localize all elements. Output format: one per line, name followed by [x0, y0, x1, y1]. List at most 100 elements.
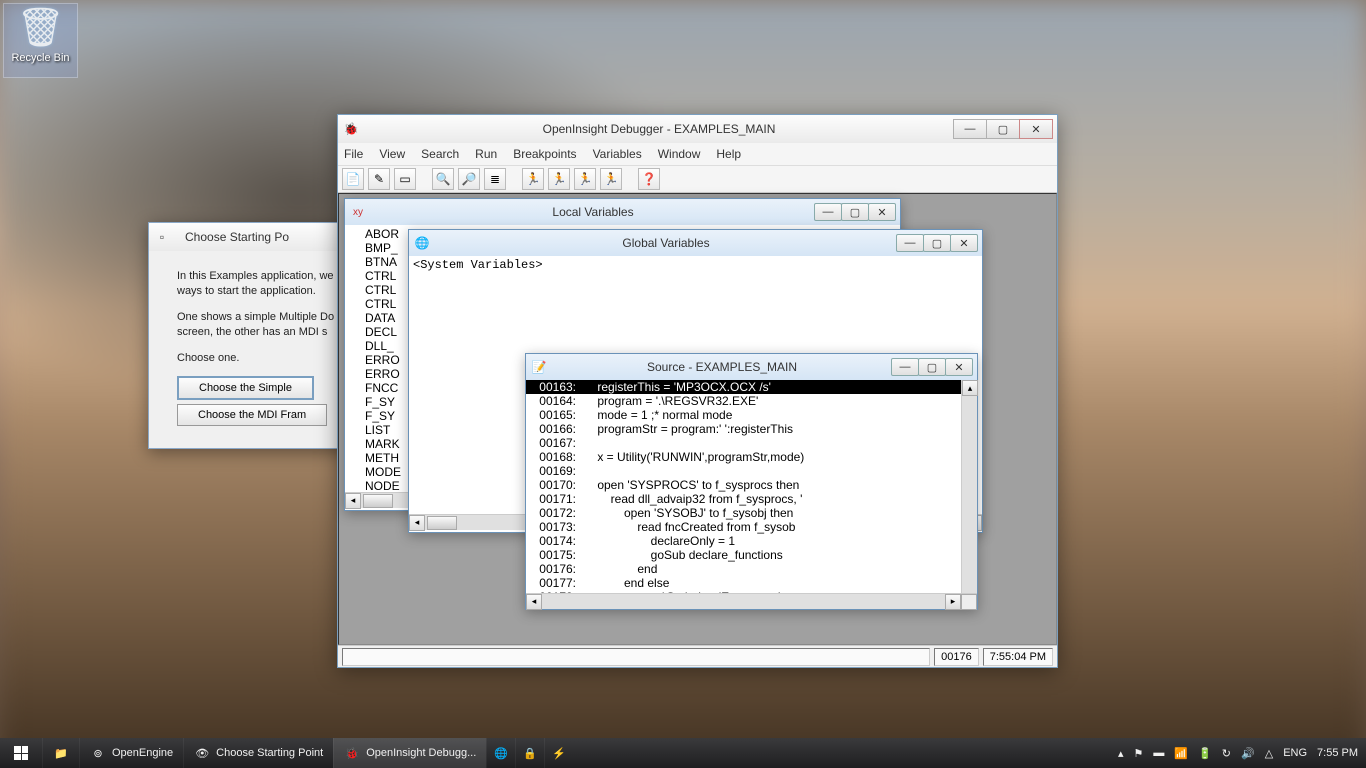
source-code[interactable]: 00163: registerThis = 'MP3OCX.OCX /s'001…: [526, 380, 961, 593]
hscrollbar[interactable]: ◂ ▸: [526, 593, 977, 609]
taskbar: 📁 ⊚ OpenEngine 👁 Choose Starting Point 🐞…: [0, 738, 1366, 768]
debugger-title: OpenInsight Debugger - EXAMPLES_MAIN: [364, 122, 954, 136]
local-vars-titlebar[interactable]: xy Local Variables — ▢ ✕: [345, 199, 900, 225]
tray-volume-icon[interactable]: 🔊: [1241, 747, 1255, 760]
choose-mdi-button[interactable]: Choose the MDI Fram: [177, 404, 327, 426]
menu-window[interactable]: Window: [658, 147, 701, 161]
scroll-thumb[interactable]: [363, 494, 393, 508]
source-line[interactable]: 00173: read fncCreated from f_sysob: [526, 520, 961, 534]
source-line[interactable]: 00168: x = Utility('RUNWIN',programStr,m…: [526, 450, 961, 464]
close-button[interactable]: ✕: [868, 203, 896, 221]
source-line[interactable]: 00163: registerThis = 'MP3OCX.OCX /s': [526, 380, 961, 394]
scroll-up-icon[interactable]: ▴: [962, 380, 978, 396]
status-line-number: 00176: [934, 648, 979, 666]
menu-variables[interactable]: Variables: [593, 147, 642, 161]
source-line[interactable]: 00164: program = '.\REGSVR32.EXE': [526, 394, 961, 408]
source-line[interactable]: 00166: programStr = program:' ':register…: [526, 422, 961, 436]
maximize-button[interactable]: ▢: [923, 234, 951, 252]
tray-clock[interactable]: 7:55 PM: [1317, 747, 1358, 759]
minimize-button[interactable]: —: [896, 234, 924, 252]
maximize-button[interactable]: ▢: [918, 358, 946, 376]
tool-run-icon[interactable]: 🏃: [522, 168, 544, 190]
source-line[interactable]: 00167:: [526, 436, 961, 450]
recycle-bin-label: Recycle Bin: [4, 52, 77, 64]
tool-edit-icon[interactable]: ✎: [368, 168, 390, 190]
source-line[interactable]: 00171: read dll_advaip32 from f_sysprocs…: [526, 492, 961, 506]
tray-battery-icon[interactable]: 🔋: [1198, 747, 1212, 760]
source-window: 📝 Source - EXAMPLES_MAIN — ▢ ✕ 00163: re…: [525, 353, 978, 610]
global-vars-title: Global Variables: [435, 236, 897, 250]
debugger-titlebar[interactable]: 🐞 OpenInsight Debugger - EXAMPLES_MAIN —…: [338, 115, 1057, 143]
menu-file[interactable]: File: [344, 147, 363, 161]
tool-search-next-icon[interactable]: 🔎: [458, 168, 480, 190]
taskbar-label: Choose Starting Point: [216, 747, 323, 759]
menu-view[interactable]: View: [379, 147, 405, 161]
source-line[interactable]: 00176: end: [526, 562, 961, 576]
tray-flag-icon[interactable]: ⚑: [1134, 747, 1144, 760]
maximize-button[interactable]: ▢: [986, 119, 1020, 139]
source-line[interactable]: 00175: goSub declare_functions: [526, 548, 961, 562]
tray-network-icon[interactable]: ▬: [1153, 747, 1164, 759]
source-line[interactable]: 00177: end else: [526, 576, 961, 590]
tool-new-icon[interactable]: 📄: [342, 168, 364, 190]
tool-step-icon[interactable]: 🏃: [548, 168, 570, 190]
debugger-app-icon: 🐞: [342, 120, 360, 138]
scroll-left-icon[interactable]: ◂: [526, 594, 542, 610]
tool-search-icon[interactable]: 🔍: [432, 168, 454, 190]
choose-simple-button[interactable]: Choose the Simple: [177, 376, 314, 400]
status-message: [342, 648, 930, 666]
tray-chevron-icon[interactable]: ▴: [1118, 747, 1124, 760]
scroll-thumb[interactable]: [427, 516, 457, 530]
toolbar: 📄 ✎ ▭ 🔍 🔎 ≣ 🏃 🏃 🏃 🏃 ❓: [338, 165, 1057, 193]
minimize-button[interactable]: —: [814, 203, 842, 221]
global-vars-titlebar[interactable]: 🌐 Global Variables — ▢ ✕: [409, 230, 982, 256]
source-line[interactable]: 00174: declareOnly = 1: [526, 534, 961, 548]
taskbar-label: OpenInsight Debugg...: [366, 747, 476, 759]
global-vars-icon: 🌐: [413, 234, 431, 252]
menu-run[interactable]: Run: [475, 147, 497, 161]
source-titlebar[interactable]: 📝 Source - EXAMPLES_MAIN — ▢ ✕: [526, 354, 977, 380]
taskbar-chrome-icon[interactable]: 🌐: [486, 738, 515, 768]
tool-stop-icon[interactable]: 🏃: [600, 168, 622, 190]
taskbar-app-icon[interactable]: ⚡: [544, 738, 573, 768]
scroll-right-icon[interactable]: ▸: [945, 594, 961, 610]
source-line[interactable]: 00178: msg(@window,'Error creating: [526, 590, 961, 593]
vscrollbar[interactable]: ▴: [961, 380, 977, 593]
minimize-button[interactable]: —: [953, 119, 987, 139]
menu-search[interactable]: Search: [421, 147, 459, 161]
source-line[interactable]: 00172: open 'SYSOBJ' to f_sysobj then: [526, 506, 961, 520]
taskbar-label: OpenEngine: [112, 747, 173, 759]
tray-wifi-icon[interactable]: 📶: [1174, 747, 1188, 760]
tool-step-into-icon[interactable]: 🏃: [574, 168, 596, 190]
close-button[interactable]: ✕: [945, 358, 973, 376]
taskbar-item-choose-starting[interactable]: 👁 Choose Starting Point: [183, 738, 333, 768]
system-tray: ▴ ⚑ ▬ 📶 🔋 ↻ 🔊 △ ENG 7:55 PM: [1110, 747, 1366, 760]
tool-help-icon[interactable]: ❓: [638, 168, 660, 190]
menu-help[interactable]: Help: [716, 147, 741, 161]
close-button[interactable]: ✕: [1019, 119, 1053, 139]
taskbar-item-debugger[interactable]: 🐞 OpenInsight Debugg...: [333, 738, 486, 768]
start-button[interactable]: [0, 738, 42, 768]
source-line[interactable]: 00165: mode = 1 ;* normal mode: [526, 408, 961, 422]
scroll-corner: [961, 594, 977, 610]
source-line[interactable]: 00169:: [526, 464, 961, 478]
tray-drive-icon[interactable]: △: [1265, 747, 1273, 760]
close-button[interactable]: ✕: [950, 234, 978, 252]
scroll-left-icon[interactable]: ◂: [409, 515, 425, 531]
taskbar-item-openengine[interactable]: ⊚ OpenEngine: [79, 738, 183, 768]
menu-breakpoints[interactable]: Breakpoints: [513, 147, 576, 161]
tool-list-icon[interactable]: ≣: [484, 168, 506, 190]
taskbar-explorer-icon[interactable]: 📁: [42, 738, 79, 768]
tool-window-icon[interactable]: ▭: [394, 168, 416, 190]
recycle-bin[interactable]: 🗑 Recycle Bin: [3, 3, 78, 78]
tray-sync-icon[interactable]: ↻: [1222, 747, 1231, 760]
tray-language[interactable]: ENG: [1283, 747, 1307, 759]
statusbar: 00176 7:55:04 PM: [338, 645, 1057, 667]
taskbar-lock-icon[interactable]: 🔒: [515, 738, 544, 768]
source-title: Source - EXAMPLES_MAIN: [552, 360, 892, 374]
source-line[interactable]: 00170: open 'SYSPROCS' to f_sysprocs the…: [526, 478, 961, 492]
menubar: File View Search Run Breakpoints Variabl…: [338, 143, 1057, 165]
maximize-button[interactable]: ▢: [841, 203, 869, 221]
minimize-button[interactable]: —: [891, 358, 919, 376]
scroll-left-icon[interactable]: ◂: [345, 493, 361, 509]
